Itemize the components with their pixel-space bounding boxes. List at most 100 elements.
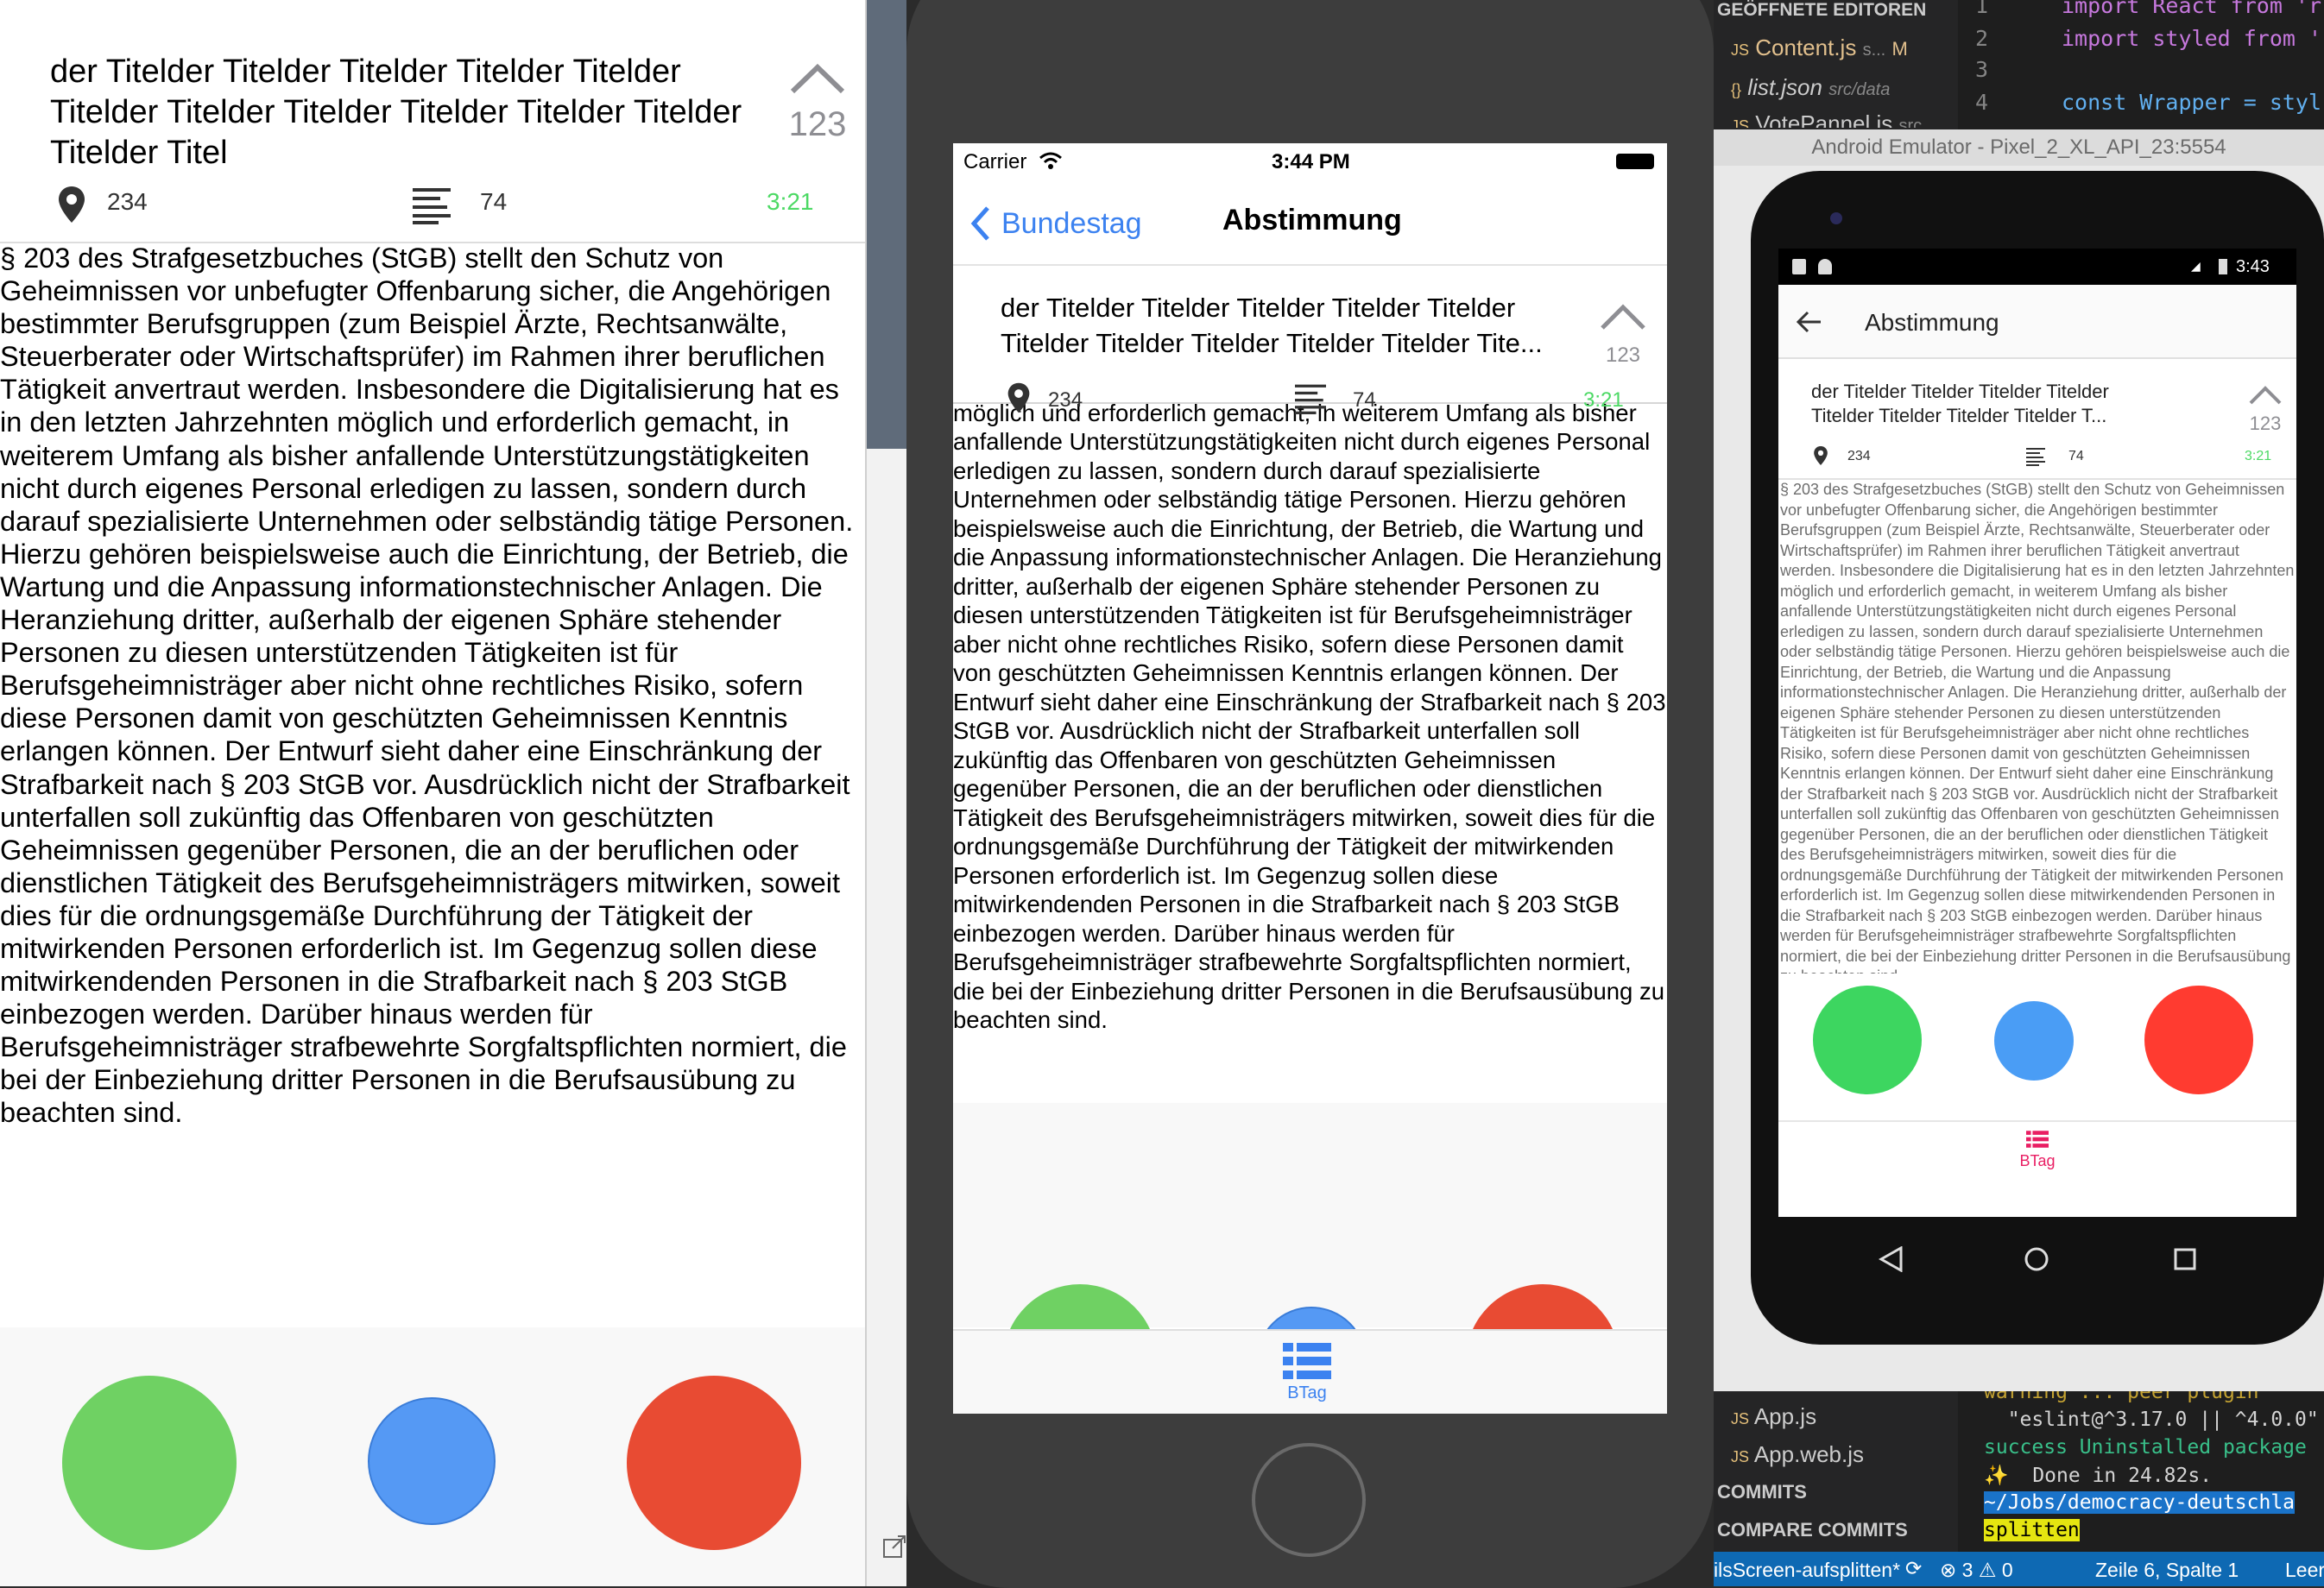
nav-title: Abstimmung: [1222, 204, 1402, 236]
code-view[interactable]: 1 import React from 'r 2 import styled f…: [1958, 0, 2324, 129]
location-pin-icon: [1814, 446, 1828, 465]
list-icon: [1283, 1343, 1331, 1379]
chevron-up-icon[interactable]: [1599, 302, 1647, 331]
vote-no-button[interactable]: [2144, 986, 2253, 1094]
vote-count: 123: [788, 105, 847, 143]
vote-yes-button[interactable]: [62, 1376, 237, 1550]
terminal-line: ✨ Done in 24.82s.: [1984, 1465, 2213, 1487]
line-number: 1: [1975, 0, 1989, 18]
file-path: src: [1898, 117, 1923, 128]
warning-icon: ⚠: [1978, 1559, 1997, 1581]
json-file-icon: {}: [1731, 81, 1742, 98]
chevron-up-icon[interactable]: [2248, 385, 2283, 406]
wifi-icon: [1039, 152, 1062, 169]
commits-section[interactable]: COMMITS: [1717, 1481, 1807, 1503]
web-app-panel: der Titelder Titelder Titelder Titelder …: [0, 0, 867, 1586]
tab-label: BTag: [2019, 1152, 2056, 1169]
chevron-left-icon: [970, 206, 989, 241]
file-path: src/data: [1828, 80, 1891, 99]
external-link-icon[interactable]: [882, 1534, 906, 1559]
terminal[interactable]: warning ... peer plugin "eslint@^3.17.0 …: [1958, 1381, 2324, 1553]
android-robot-icon: [1818, 259, 1832, 274]
background-window-strip: [867, 0, 906, 1586]
ios-status-bar: Carrier 3:44 PM: [953, 143, 1667, 180]
android-screen: ◢ 3:43 Abstimmung der Titelder Titelder …: [1778, 249, 2296, 1217]
indentation-label[interactable]: Leer: [2285, 1559, 2324, 1582]
article-header-card: der Titelder Titelder Titelder Titelder …: [1778, 359, 2296, 480]
article-body: § 203 des Strafgesetzbuches (StGB) stell…: [0, 243, 854, 1129]
terminal-branch: splitten: [1984, 1519, 2080, 1541]
android-tab-bar: BTag: [1778, 1120, 2296, 1217]
carrier-label: Carrier: [963, 150, 1027, 173]
file-item[interactable]: JS Content.js s... M: [1731, 35, 1908, 61]
vote-abstain-button[interactable]: [368, 1397, 496, 1525]
file-item[interactable]: {} list.json src/data: [1731, 74, 1890, 101]
file-item[interactable]: JS App.web.js: [1731, 1441, 1864, 1468]
article-title-line: Titelder Titelder Titelder Titelder Tite…: [1001, 328, 1543, 358]
editor-status-bar: ilsScreen-aufsplitten* ⟳ ⊗ 3 ⚠ 0 Zeile 6…: [1714, 1552, 2324, 1586]
android-nav-bar: [1778, 1217, 2296, 1303]
terminal-line: "eslint@^3.17.0 || ^4.0.0": [1984, 1408, 2319, 1431]
camera-icon: [1830, 212, 1842, 224]
list-icon: [2026, 1131, 2049, 1148]
article-title-line: der Titelder Titelder Titelder Titelder …: [1001, 293, 1516, 323]
location-count: 234: [1048, 388, 1083, 412]
js-file-icon: JS: [1731, 1448, 1750, 1465]
list-icon: [2026, 448, 2045, 466]
ios-nav-bar: Bundestag Abstimmung: [953, 180, 1667, 266]
article-title: der Titelder Titelder Titelder Titelder …: [1811, 380, 2109, 428]
home-button[interactable]: [1252, 1443, 1366, 1557]
location-count: 234: [107, 188, 148, 215]
vote-count: 123: [1605, 343, 1641, 367]
vote-abstain-button[interactable]: [1994, 1001, 2074, 1081]
back-triangle-icon[interactable]: [1879, 1246, 1903, 1272]
errors-indicator[interactable]: ⊗ 3 ⚠ 0: [1940, 1559, 2013, 1582]
line-number: 3: [1975, 57, 1989, 82]
file-item[interactable]: JS VotePannel.js src: [1731, 110, 1922, 128]
code-line: const Wrapper = styl: [2062, 90, 2322, 115]
arrow-back-icon[interactable]: [1796, 311, 1822, 333]
toolbar-title: Abstimmung: [1865, 309, 1999, 336]
ios-tab-bar: BTag: [953, 1329, 1667, 1414]
js-file-icon: JS: [1731, 1410, 1750, 1427]
android-toolbar: Abstimmung: [1778, 285, 2296, 359]
battery-icon: [2219, 259, 2227, 274]
file-path: s...: [1862, 41, 1886, 60]
recents-square-icon[interactable]: [2174, 1248, 2196, 1270]
terminal-prompt-path: ~/Jobs/democracy-deutschla: [1984, 1491, 2296, 1514]
location-pin-icon: [1007, 382, 1030, 413]
list-icon: [413, 188, 451, 224]
tab-btag[interactable]: BTag: [1264, 1343, 1350, 1412]
file-name: VotePannel.js: [1755, 110, 1893, 128]
chevron-up-icon[interactable]: [787, 60, 848, 95]
error-icon: ⊗: [1940, 1559, 1957, 1581]
sync-icon[interactable]: ⟳: [1905, 1557, 1922, 1580]
vote-bar: [1778, 974, 2296, 1120]
emulator-window-title: Android Emulator - Pixel_2_XL_API_23:555…: [1714, 129, 2324, 166]
article-title: der Titelder Titelder Titelder Titelder …: [1001, 290, 1543, 361]
cursor-position[interactable]: Zeile 6, Spalte 1: [2095, 1559, 2239, 1582]
background-window-body: [867, 449, 906, 1586]
compare-commits-section[interactable]: COMPARE COMMITS: [1717, 1519, 1908, 1541]
list-icon: [1295, 384, 1326, 414]
error-count: 3: [1961, 1559, 1974, 1581]
code-line: import styled from ': [2062, 26, 2322, 51]
branch-label[interactable]: ilsScreen-aufsplitten*: [1714, 1559, 1900, 1582]
home-circle-icon[interactable]: [2024, 1246, 2049, 1272]
time-label: 3:21: [2245, 449, 2272, 463]
android-time: 3:43: [2236, 257, 2270, 276]
file-item[interactable]: JS App.js: [1731, 1403, 1816, 1430]
line-number: 2: [1975, 26, 1989, 51]
android-status-bar: ◢ 3:43: [1778, 249, 2296, 285]
location-pin-icon: [59, 186, 85, 223]
file-name: Content.js: [1755, 35, 1857, 60]
file-name: App.web.js: [1753, 1441, 1864, 1467]
line-number: 4: [1975, 90, 1989, 115]
time-label: 3:21: [1583, 388, 1624, 412]
tab-btag[interactable]: BTag: [2005, 1131, 2070, 1182]
vote-no-button[interactable]: [627, 1376, 801, 1550]
article-title-line: Titelder Titelder Titelder Titelder T...: [1811, 405, 2107, 426]
back-button[interactable]: Bundestag: [970, 202, 1142, 245]
vote-yes-button[interactable]: [1813, 986, 1922, 1094]
article-body: § 203 des Strafgesetzbuches (StGB) stell…: [1778, 480, 2296, 974]
